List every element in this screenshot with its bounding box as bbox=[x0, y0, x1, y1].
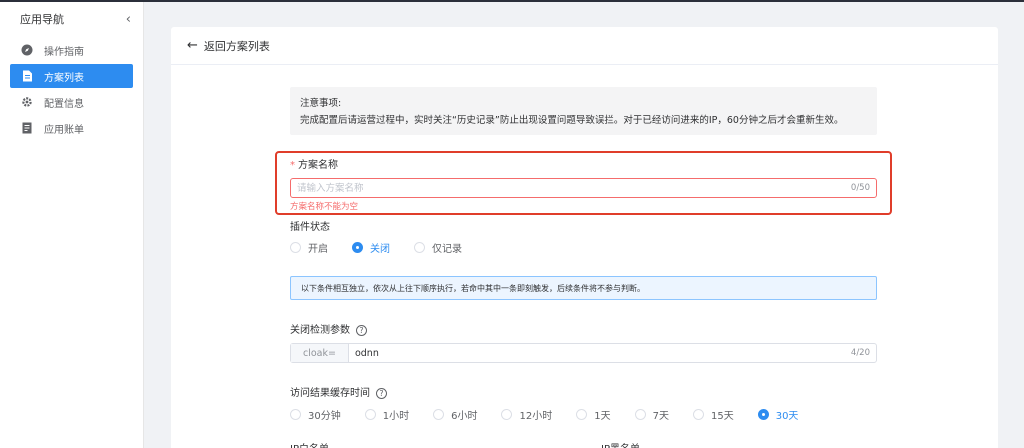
plan-form-card: ← 返回方案列表 注意事项: 完成配置后请运营过程中，实时关注“历史记录”防止出… bbox=[171, 27, 998, 448]
plugin-status-label: 插件状态 bbox=[290, 222, 330, 233]
radio-dot bbox=[576, 409, 588, 420]
sidebar-title: 应用导航 bbox=[20, 13, 64, 26]
sidebar-header: 应用导航 ‹ bbox=[0, 2, 143, 36]
back-label: 返回方案列表 bbox=[203, 39, 270, 53]
radio-dot bbox=[433, 409, 445, 420]
sidebar-item-label: 配置信息 bbox=[44, 98, 84, 110]
radio-cache-6h[interactable]: 6小时 bbox=[433, 407, 477, 422]
arrow-left-icon: ← bbox=[187, 38, 198, 53]
document-icon bbox=[20, 69, 34, 83]
plan-name-label: * 方案名称 bbox=[290, 160, 338, 171]
sidebar-item-config[interactable]: 配置信息 bbox=[10, 90, 133, 114]
radio-cache-1d[interactable]: 1天 bbox=[576, 407, 611, 422]
notice-title: 注意事项: bbox=[300, 98, 342, 109]
radio-cache-7d[interactable]: 7天 bbox=[634, 407, 669, 422]
radio-dot bbox=[290, 409, 301, 420]
gear-icon bbox=[20, 95, 34, 109]
radio-dot bbox=[692, 409, 704, 420]
bill-icon bbox=[20, 121, 34, 135]
radio-dot bbox=[501, 409, 513, 420]
radio-status-off[interactable]: 关闭 bbox=[352, 240, 390, 255]
radio-cache-30min[interactable]: 30分钟 bbox=[290, 407, 341, 422]
close-param-counter: 4/20 bbox=[850, 348, 870, 358]
whitelist-label: IP白名单 bbox=[290, 440, 329, 448]
info-text: 以下条件相互独立，依次从上往下顺序执行，若命中其中一条即刻触发，后续条件将不参与… bbox=[301, 283, 645, 293]
sidebar: 应用导航 ‹ 操作指南 方案列表 配置信息 应用账单 bbox=[0, 2, 144, 448]
sidebar-item-label: 应用账单 bbox=[44, 124, 84, 136]
blacklist-label: IP黑名单 bbox=[601, 440, 640, 448]
radio-cache-1h[interactable]: 1小时 bbox=[364, 407, 409, 422]
notice-box: 注意事项: 完成配置后请运营过程中，实时关注“历史记录”防止出现设置问题导致误拦… bbox=[290, 87, 877, 135]
param-prefix: cloak= bbox=[291, 344, 349, 362]
radio-cache-30d[interactable]: 30天 bbox=[757, 407, 798, 422]
main-area: ← 返回方案列表 注意事项: 完成配置后请运营过程中，实时关注“历史记录”防止出… bbox=[144, 2, 1024, 448]
plan-name-field[interactable]: 0/50 bbox=[290, 178, 877, 198]
plan-name-error: 方案名称不能为空 bbox=[290, 202, 359, 212]
close-param-field[interactable]: cloak= 4/20 bbox=[290, 343, 877, 363]
radio-dot bbox=[364, 409, 376, 420]
cache-time-label: 访问结果缓存时间? bbox=[290, 384, 387, 399]
sidebar-item-label: 操作指南 bbox=[44, 46, 84, 58]
help-icon[interactable]: ? bbox=[376, 387, 387, 399]
sidebar-item-plans[interactable]: 方案列表 bbox=[10, 64, 133, 88]
notice-body: 完成配置后请运营过程中，实时关注“历史记录”防止出现设置问题导致误拦。对于已经访… bbox=[300, 115, 844, 126]
radio-dot bbox=[757, 409, 769, 420]
info-box: 以下条件相互独立，依次从上往下顺序执行，若命中其中一条即刻触发，后续条件将不参与… bbox=[290, 276, 877, 300]
radio-cache-12h[interactable]: 12小时 bbox=[501, 407, 552, 422]
cache-time-radios: 30分钟 1小时 6小时 12小时 1天 7天 15天 30天 bbox=[290, 407, 798, 422]
radio-dot bbox=[290, 242, 301, 253]
compass-icon bbox=[20, 43, 34, 57]
radio-status-record-only[interactable]: 仅记录 bbox=[414, 240, 462, 255]
plan-name-counter: 0/50 bbox=[850, 183, 870, 193]
close-param-input[interactable] bbox=[348, 344, 851, 362]
sidebar-item-label: 方案列表 bbox=[44, 72, 84, 84]
radio-status-on[interactable]: 开启 bbox=[290, 240, 328, 255]
sidebar-item-guide[interactable]: 操作指南 bbox=[10, 38, 133, 62]
radio-cache-15d[interactable]: 15天 bbox=[692, 407, 734, 422]
required-mark: * bbox=[290, 160, 295, 171]
radio-dot bbox=[414, 242, 425, 253]
back-to-plan-list[interactable]: ← 返回方案列表 bbox=[171, 27, 998, 65]
radio-dot bbox=[352, 242, 363, 253]
radio-dot bbox=[634, 409, 646, 420]
chevron-left-icon[interactable]: ‹ bbox=[126, 12, 131, 27]
plan-name-input[interactable] bbox=[291, 179, 851, 197]
help-icon[interactable]: ? bbox=[356, 324, 367, 336]
plugin-status-radios: 开启 关闭 仅记录 bbox=[290, 240, 462, 255]
sidebar-item-billing[interactable]: 应用账单 bbox=[10, 116, 133, 140]
close-param-label: 关闭检测参数? bbox=[290, 321, 367, 336]
